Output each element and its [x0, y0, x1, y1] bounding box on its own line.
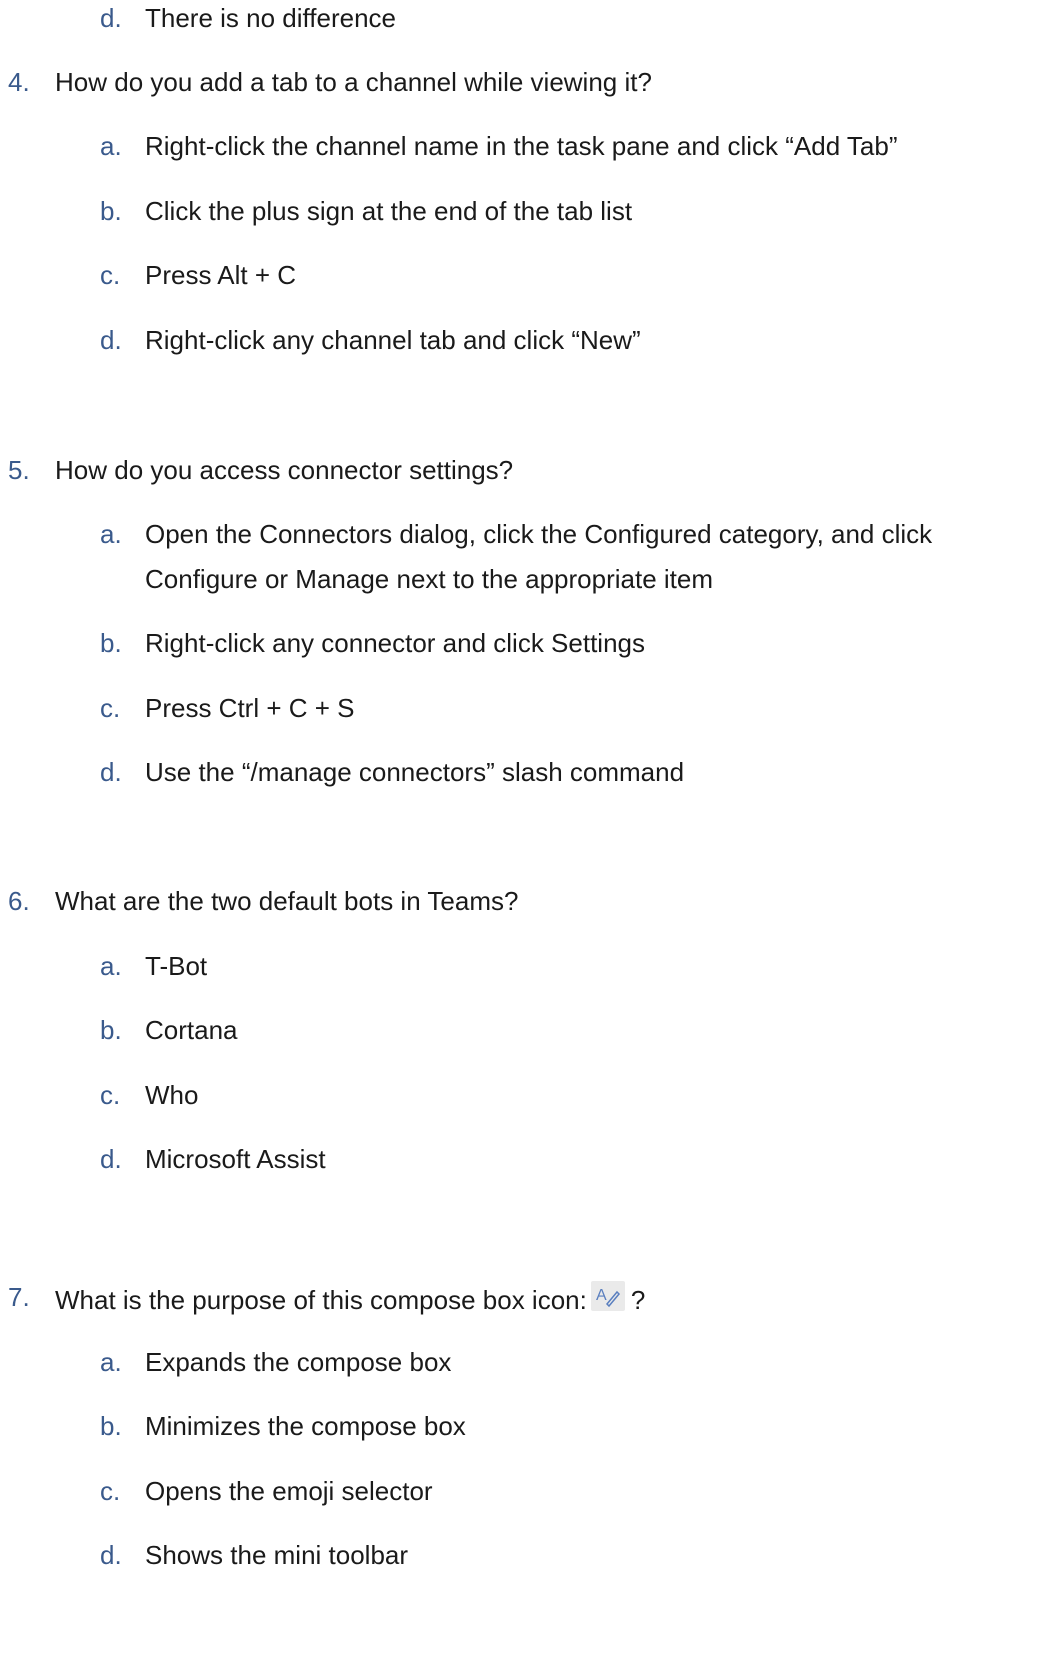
- option-text: Microsoft Assist: [145, 1144, 326, 1174]
- option-letter: c.: [100, 260, 121, 290]
- document-page: d. There is no difference 4. How do you …: [0, 0, 1044, 1673]
- option-text: Use the “/manage connectors” slash comma…: [145, 757, 685, 787]
- option-letter: b.: [100, 196, 122, 226]
- option-text: Open the Connectors dialog, click the Co…: [145, 519, 933, 549]
- option-letter: c.: [100, 1476, 121, 1506]
- option-text: T-Bot: [145, 951, 208, 981]
- option-text: Right-click any connector and click Sett…: [145, 628, 646, 658]
- svg-text:A: A: [596, 1287, 607, 1304]
- option-text: There is no difference: [145, 3, 396, 33]
- question-number: 7.: [8, 1282, 30, 1312]
- question-number: 5.: [8, 455, 30, 485]
- format-text-icon: A: [590, 1281, 625, 1311]
- option-text: Minimizes the compose box: [145, 1411, 466, 1441]
- option-letter: b.: [100, 1411, 122, 1441]
- question-text-wrap: What is the purpose of this compose box …: [55, 1281, 645, 1316]
- option-text: Right-click any channel tab and click “N…: [145, 325, 641, 355]
- option-letter: a.: [100, 131, 122, 161]
- option-letter: d.: [100, 3, 122, 33]
- option-letter: c.: [100, 1080, 121, 1110]
- option-text: Right-click the channel name in the task…: [145, 131, 898, 161]
- option-text: Expands the compose box: [145, 1347, 452, 1377]
- option-text: Opens the emoji selector: [145, 1476, 433, 1506]
- question-text: How do you access connector settings?: [55, 455, 514, 485]
- option-letter: d.: [100, 325, 122, 355]
- option-letter: d.: [100, 757, 122, 787]
- question-number: 4.: [8, 67, 30, 97]
- option-letter: b.: [100, 628, 122, 658]
- option-text: Click the plus sign at the end of the ta…: [145, 196, 633, 226]
- option-letter: a.: [100, 951, 122, 981]
- option-text: Cortana: [145, 1015, 238, 1045]
- option-letter: c.: [100, 693, 121, 723]
- option-text: Press Alt + C: [145, 260, 296, 290]
- option-letter: d.: [100, 1144, 122, 1174]
- option-text-continued: Configure or Manage next to the appropri…: [145, 564, 714, 594]
- question-text: What is the purpose of this compose box …: [55, 1285, 587, 1315]
- option-text: Shows the mini toolbar: [145, 1540, 409, 1570]
- option-text: Press Ctrl + C + S: [145, 693, 355, 723]
- option-text: Who: [145, 1080, 199, 1110]
- option-letter: d.: [100, 1540, 122, 1570]
- option-letter: a.: [100, 519, 122, 549]
- option-letter: a.: [100, 1347, 122, 1377]
- question-text-end: ?: [630, 1285, 646, 1315]
- question-number: 6.: [8, 886, 30, 916]
- option-letter: b.: [100, 1015, 122, 1045]
- question-text: What are the two default bots in Teams?: [55, 886, 519, 916]
- question-text: How do you add a tab to a channel while …: [55, 67, 652, 97]
